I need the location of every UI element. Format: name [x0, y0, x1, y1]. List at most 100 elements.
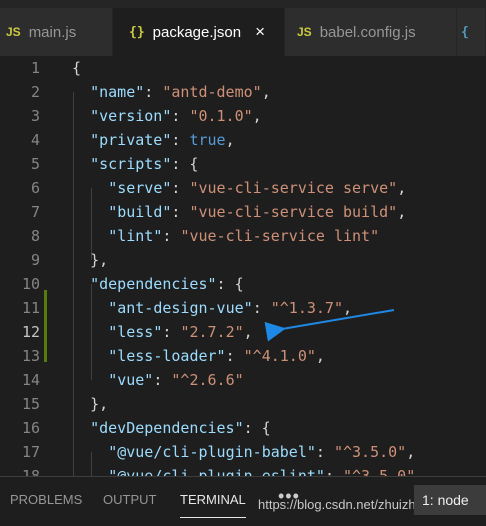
- active-tab-indicator: [180, 517, 246, 518]
- javascript-file-icon: JS: [6, 25, 21, 39]
- line-number: 10: [21, 275, 40, 293]
- code-token: ,: [397, 203, 407, 221]
- tab-label: babel.config.js: [319, 23, 416, 41]
- tab-babel-config-js[interactable]: JS babel.config.js: [285, 8, 457, 56]
- line-number: 1: [30, 59, 40, 77]
- terminal-select[interactable]: 1: node: [414, 485, 486, 515]
- line-number: 17: [21, 443, 40, 461]
- code-token: },: [90, 395, 109, 413]
- line-number: 9: [30, 251, 40, 269]
- code-token: "serve": [108, 179, 172, 197]
- code-token: ,: [261, 83, 271, 101]
- code-token: "2.7.2": [180, 323, 244, 341]
- code-token: ,: [343, 299, 353, 317]
- code-token: {: [72, 59, 82, 77]
- tab-problems[interactable]: PROBLEMS: [10, 492, 82, 507]
- line-number: 15: [21, 395, 40, 413]
- tab-output[interactable]: OUTPUT: [103, 492, 156, 507]
- line-number: 4: [30, 131, 40, 149]
- code-token: :: [162, 227, 181, 245]
- tab-terminal[interactable]: TERMINAL: [180, 492, 246, 507]
- code-token: "vue-cli-service serve": [189, 179, 398, 197]
- code-token: "^3.5.0": [333, 443, 407, 461]
- code-token: "@vue/cli-plugin-babel": [108, 443, 316, 461]
- tab-label: main.js: [28, 23, 77, 41]
- code-token: ,: [406, 443, 416, 461]
- code-line: "less-loader": "^4.1.0",: [108, 344, 325, 368]
- panel-bar: PROBLEMS OUTPUT TERMINAL ••• https://blo…: [0, 476, 486, 526]
- line-number: 13: [21, 347, 40, 365]
- code-token: "@vue/cli-plugin-eslint": [108, 467, 325, 476]
- code-token: : {: [216, 275, 244, 293]
- code-token: :: [252, 299, 271, 317]
- code-token: : {: [171, 155, 199, 173]
- editor-tab-bar: JS main.js {} package.json × JS babel.co…: [0, 8, 486, 56]
- code-line: "scripts": {: [90, 152, 198, 176]
- code-line: "vue": "^2.6.6": [108, 368, 243, 392]
- line-number: 8: [30, 227, 40, 245]
- line-number: 2: [30, 83, 40, 101]
- code-line: "name": "antd-demo",: [90, 80, 271, 104]
- code-token: :: [171, 203, 190, 221]
- title-bar: [0, 0, 486, 8]
- code-line: "dependencies": {: [90, 272, 244, 296]
- line-number: 6: [30, 179, 40, 197]
- code-line: "private": true,: [90, 128, 235, 152]
- code-token: true: [189, 131, 226, 149]
- code-token: :: [162, 323, 181, 341]
- line-number: 5: [30, 155, 40, 173]
- tab-overflow[interactable]: {: [457, 8, 486, 56]
- tab-label: package.json: [152, 23, 242, 41]
- code-token: :: [315, 443, 334, 461]
- code-line: "@vue/cli-plugin-babel": "^3.5.0",: [108, 440, 415, 464]
- code-token: : {: [243, 419, 271, 437]
- code-token: ,: [252, 107, 262, 125]
- code-token: "private": [90, 131, 172, 149]
- line-number: 14: [21, 371, 40, 389]
- code-line: "version": "0.1.0",: [90, 104, 262, 128]
- code-line: "lint": "vue-cli-service lint": [108, 224, 379, 248]
- code-token: "vue-cli-service build": [189, 203, 398, 221]
- code-token: "vue": [108, 371, 154, 389]
- code-token: "0.1.0": [189, 107, 253, 125]
- code-token: "vue-cli-service lint": [180, 227, 380, 245]
- code-token: :: [225, 347, 244, 365]
- code-editor[interactable]: 1 2 3 4 5 6 7 8 9 10 11 12 13 14 15 16 17 18{"name": "ant…: [0, 56, 486, 476]
- line-number: 3: [30, 107, 40, 125]
- code-token: "lint": [108, 227, 163, 245]
- code-token: :: [324, 467, 343, 476]
- code-token: :: [153, 371, 172, 389]
- code-token: "^2.6.6": [171, 371, 244, 389]
- code-token: "less": [108, 323, 163, 341]
- code-line: "@vue/cli-plugin-eslint": "^3.5.0": [108, 464, 415, 476]
- code-token: ,: [315, 347, 325, 365]
- line-number: 12: [21, 323, 40, 341]
- tab-package-json[interactable]: {} package.json ×: [113, 8, 285, 56]
- json-file-icon: {: [461, 24, 469, 40]
- code-token: :: [171, 179, 190, 197]
- code-line: "serve": "vue-cli-service serve",: [108, 176, 406, 200]
- code-token: :: [144, 83, 163, 101]
- code-line: },: [90, 392, 108, 416]
- code-token: :: [171, 131, 190, 149]
- code-line: "devDependencies": {: [90, 416, 271, 440]
- code-token: ,: [397, 179, 407, 197]
- code-token: "ant-design-vue": [108, 299, 253, 317]
- code-token: ,: [243, 323, 253, 341]
- line-number: 16: [21, 419, 40, 437]
- code-token: "^4.1.0": [243, 347, 316, 365]
- code-token: :: [171, 107, 190, 125]
- close-tab-icon[interactable]: ×: [255, 22, 265, 42]
- code-token: "antd-demo": [162, 83, 262, 101]
- code-line: "build": "vue-cli-service build",: [108, 200, 406, 224]
- code-token: ,: [225, 131, 235, 149]
- line-number: 7: [30, 203, 40, 221]
- code-token: },: [90, 251, 109, 269]
- code-token: "version": [90, 107, 172, 125]
- json-file-icon: {}: [129, 24, 145, 40]
- line-number: 18: [21, 467, 40, 476]
- code-line: "ant-design-vue": "^1.3.7",: [108, 296, 352, 320]
- code-token: "name": [90, 83, 145, 101]
- code-line: {: [72, 56, 81, 80]
- tab-main-js[interactable]: JS main.js: [0, 8, 113, 56]
